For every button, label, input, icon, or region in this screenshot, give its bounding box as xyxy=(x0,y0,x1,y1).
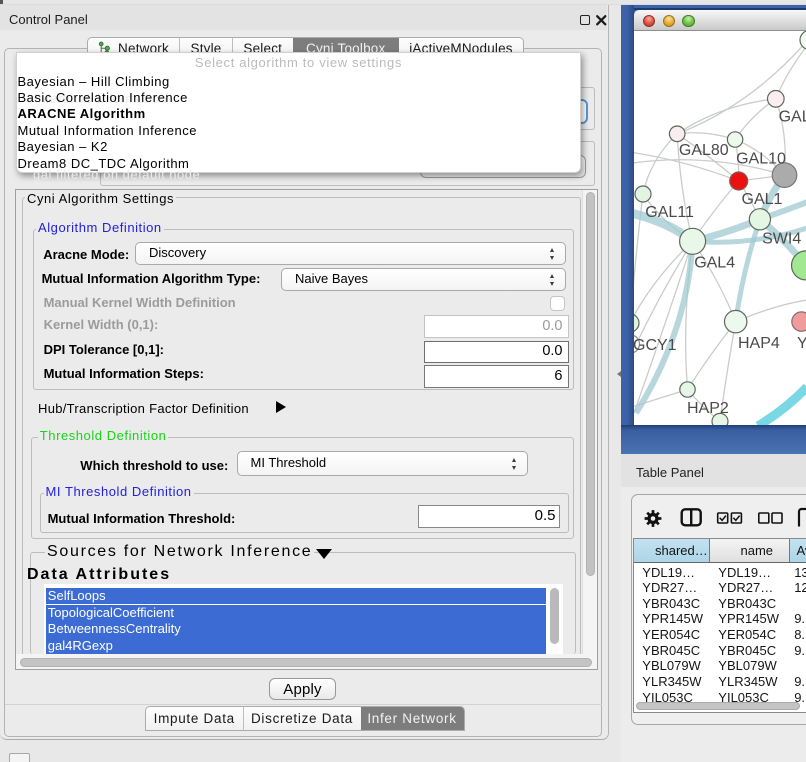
svg-text:GAL4: GAL4 xyxy=(694,254,735,271)
svg-text:GAL2: GAL2 xyxy=(779,108,806,125)
svg-text:SWI4: SWI4 xyxy=(762,231,801,248)
svg-text:HAP4: HAP4 xyxy=(738,335,780,352)
svg-text:GCY1: GCY1 xyxy=(634,337,677,354)
svg-text:GAL10: GAL10 xyxy=(736,150,786,167)
svg-text:GAL1: GAL1 xyxy=(742,191,783,208)
svg-text:HAP2: HAP2 xyxy=(687,400,729,417)
svg-text:YM: YM xyxy=(797,335,806,352)
svg-text:GAL11: GAL11 xyxy=(645,204,694,221)
svg-text:GAL80: GAL80 xyxy=(679,142,729,159)
